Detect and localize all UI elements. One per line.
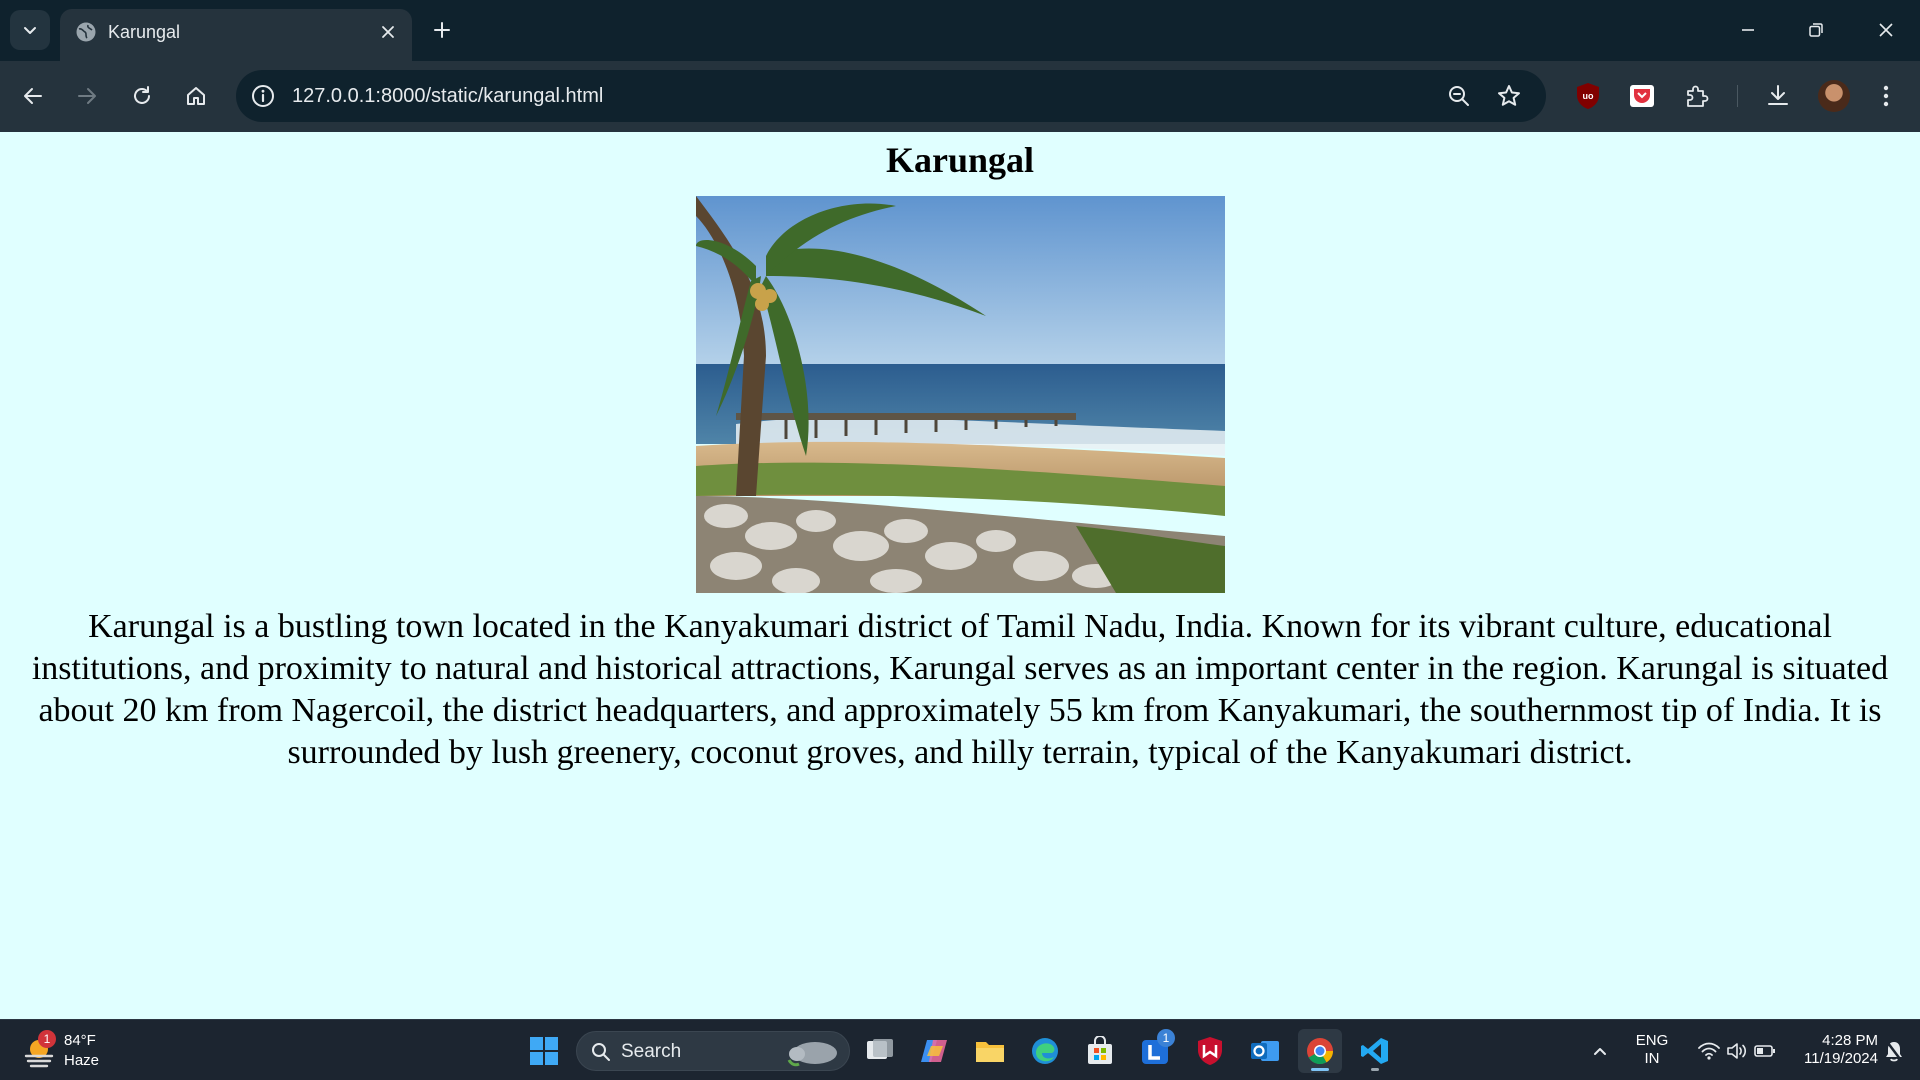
web-page: Karungal Karungal is a bustling town loc… [0, 132, 1920, 1019]
plus-icon [434, 22, 450, 38]
globe-icon [76, 22, 96, 42]
page-title: Karungal [885, 140, 1035, 180]
restore-button[interactable] [1788, 8, 1844, 52]
forward-button[interactable] [67, 76, 107, 116]
karungal-photo [696, 196, 1225, 593]
mcafee-shield-icon [1198, 1037, 1222, 1065]
weather-temperature: 84°F [64, 1032, 96, 1049]
search-icon [592, 1043, 610, 1061]
profile-avatar[interactable] [1818, 80, 1850, 112]
wifi-icon [1698, 1042, 1720, 1060]
outlook-icon [1251, 1041, 1279, 1061]
show-hidden-icons-button[interactable] [1580, 1029, 1620, 1073]
task-view-button[interactable] [858, 1029, 902, 1073]
copilot-button[interactable] [913, 1029, 957, 1073]
clock-date: 11/19/2024 [1804, 1050, 1878, 1067]
close-icon [1879, 23, 1893, 37]
chrome-icon [1307, 1038, 1334, 1065]
browser-tab[interactable]: Karungal [60, 9, 412, 61]
bookmark-star-icon[interactable] [1496, 83, 1522, 109]
chevron-up-icon [1594, 1048, 1606, 1055]
url-text[interactable]: 127.0.0.1:8000/static/karungal.html [292, 84, 603, 108]
restore-icon [1809, 23, 1823, 37]
close-icon [382, 26, 394, 38]
svg-text:uo: uo [1583, 91, 1594, 101]
clock[interactable]: 4:28 PM 11/19/2024 [1782, 1032, 1878, 1068]
arrow-left-icon [24, 88, 42, 104]
vscode-button[interactable] [1353, 1029, 1397, 1073]
toolbar-separator [1737, 85, 1738, 107]
downloads-button[interactable] [1760, 78, 1796, 114]
new-tab-button[interactable] [426, 14, 458, 46]
weather-widget[interactable]: 1 84°F Haze [20, 1030, 130, 1072]
pocket-extension-button[interactable] [1624, 78, 1660, 114]
browser-titlebar: Karungal [0, 0, 1920, 61]
arrow-right-icon [78, 88, 96, 104]
home-button[interactable] [176, 76, 216, 116]
page-paragraph: Karungal is a bustling town located in t… [31, 608, 1889, 771]
puzzle-icon [1687, 85, 1709, 107]
weather-badge: 1 [38, 1030, 56, 1048]
lens-app-button[interactable]: 1 [1133, 1029, 1177, 1073]
extensions-button[interactable] [1679, 78, 1715, 114]
home-icon [187, 87, 205, 105]
store-icon [1088, 1036, 1112, 1064]
battery-icon [1754, 1045, 1775, 1057]
tab-close-button[interactable] [376, 20, 400, 44]
microsoft-store-button[interactable] [1078, 1029, 1122, 1073]
copilot-icon [921, 1040, 947, 1062]
close-window-button[interactable] [1858, 8, 1914, 52]
lens-notification-badge: 1 [1157, 1029, 1175, 1047]
clock-time: 4:28 PM [1822, 1032, 1878, 1049]
taskbar-search[interactable]: Search [576, 1031, 850, 1071]
chrome-button[interactable] [1298, 1029, 1342, 1073]
ublock-shield-icon: uo [1577, 83, 1599, 109]
search-label: Search [621, 1041, 682, 1062]
tab-search-button[interactable] [10, 10, 50, 50]
active-app-indicator [1311, 1068, 1329, 1071]
mcafee-button[interactable] [1188, 1029, 1232, 1073]
manatee-illustration-icon [787, 1042, 837, 1067]
back-button[interactable] [13, 76, 53, 116]
running-app-indicator [1371, 1068, 1379, 1071]
pocket-icon [1630, 85, 1654, 107]
more-vertical-icon [1883, 85, 1889, 107]
browser-menu-button[interactable] [1868, 78, 1904, 114]
outlook-button[interactable] [1243, 1029, 1287, 1073]
language-indicator[interactable]: ENG IN [1626, 1032, 1678, 1068]
address-bar[interactable]: 127.0.0.1:8000/static/karungal.html [236, 70, 1546, 122]
language-code: ENG [1635, 1032, 1669, 1049]
reload-button[interactable] [122, 76, 162, 116]
folder-icon [976, 1042, 1004, 1062]
volume-icon [1727, 1043, 1747, 1059]
browser-toolbar: 127.0.0.1:8000/static/karungal.html uo [0, 61, 1920, 132]
zoom-icon[interactable] [1446, 83, 1472, 109]
task-view-icon [867, 1039, 893, 1059]
file-explorer-button[interactable] [968, 1029, 1012, 1073]
edge-browser-button[interactable] [1023, 1029, 1067, 1073]
download-icon [1768, 85, 1788, 105]
chevron-down-icon [24, 27, 36, 34]
vscode-icon [1361, 1038, 1388, 1064]
region-code: IN [1644, 1050, 1660, 1067]
minimize-icon [1742, 29, 1754, 31]
weather-condition: Haze [64, 1052, 100, 1069]
ublock-extension-button[interactable]: uo [1570, 78, 1606, 114]
reload-icon [134, 86, 150, 104]
tab-title: Karungal [108, 22, 181, 42]
notifications-button[interactable] [1876, 1029, 1912, 1073]
windows-logo-icon [530, 1037, 558, 1065]
edge-icon [1032, 1038, 1058, 1064]
notification-bell-icon [1886, 1042, 1902, 1062]
minimize-button[interactable] [1720, 8, 1776, 52]
quick-settings-button[interactable] [1684, 1029, 1790, 1073]
start-button[interactable] [522, 1029, 566, 1073]
windows-taskbar: 1 84°F Haze Search 1 ENG IN 4:28 PM 11/1… [0, 1019, 1920, 1080]
site-info-icon[interactable] [250, 83, 276, 109]
